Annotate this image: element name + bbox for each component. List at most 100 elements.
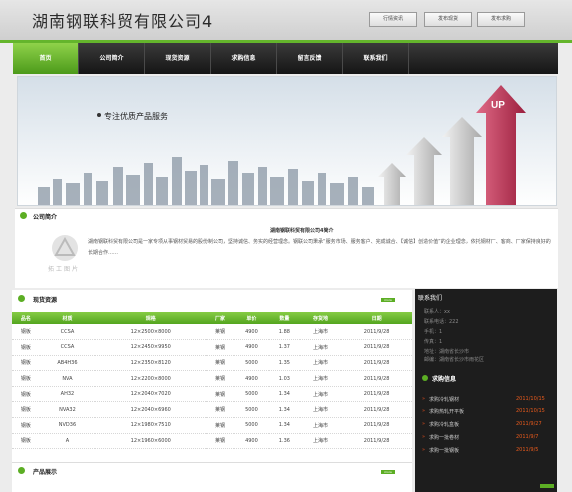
table-cell: 2011/9/28 — [341, 417, 412, 434]
table-row[interactable]: 钢板 CCSA 12×2500×8000 莱钢 4900 1.88 上海市 2011/9/28 — [12, 324, 412, 341]
table-cell: 莱钢 — [206, 355, 234, 372]
section-bullet-icon — [18, 467, 25, 474]
table-cell: 5000 — [233, 417, 269, 434]
table-cell: 钢板 — [12, 433, 40, 450]
table-cell: 钢板 — [12, 339, 40, 356]
purchase-item-link[interactable]: 求购一批卷材 — [429, 434, 459, 441]
arrow-icon: » — [422, 421, 426, 427]
purchase-title: 求购信息 — [432, 376, 457, 383]
table-cell: CCSA — [39, 339, 96, 356]
table-row[interactable]: 钢板 AH32 12×2040×7020 莱钢 5000 1.34 上海市 2011/9/28 — [12, 386, 412, 403]
table-cell: AB4H36 — [39, 355, 96, 372]
table-cell: AH32 — [39, 386, 96, 403]
table-cell: 5000 — [233, 401, 269, 419]
table-cell: 12×2040×7020 — [95, 386, 207, 403]
post-purchase-button[interactable]: 发布求购 — [477, 12, 525, 27]
table-cell: CCSA — [39, 324, 96, 341]
table-cell: 莱钢 — [206, 324, 234, 341]
col-header: 存货地 — [299, 312, 342, 324]
table-cell: 1.34 — [269, 401, 300, 419]
table-row[interactable]: 钢板 NVA 12×2200×8000 莱钢 4900 1.03 上海市 2011/9/28 — [12, 370, 412, 387]
section-bullet-icon — [422, 375, 428, 381]
nav-company-intro[interactable]: 公司简介 — [79, 43, 145, 74]
col-header: 日期 — [341, 312, 412, 324]
table-cell: 2011/9/28 — [341, 386, 412, 403]
table-cell: 上海市 — [299, 401, 342, 419]
purchase-item-date: 2011/9/7 — [516, 434, 539, 440]
purchase-item-date: 2011/9/27 — [516, 421, 542, 427]
site-title: 湖南钢联科贸有限公司4 — [32, 12, 214, 31]
nav-stock[interactable]: 现货资源 — [145, 43, 211, 74]
table-cell: 2011/9/28 — [341, 339, 412, 356]
table-cell: 钢板 — [12, 324, 40, 341]
stock-more-button[interactable]: more — [381, 298, 395, 302]
arrow-icon: » — [422, 408, 426, 414]
table-cell: 上海市 — [299, 355, 342, 372]
table-cell: 钢板 — [12, 417, 40, 434]
table-cell: 上海市 — [299, 417, 342, 434]
table-header-row: 品名 材质 规格 厂家 单价 数量 存货地 日期 — [12, 312, 412, 324]
table-cell: NVA32 — [39, 401, 96, 419]
nav-feedback[interactable]: 留言反馈 — [277, 43, 343, 74]
col-header: 材质 — [39, 312, 96, 324]
intro-body-text: 湖南钢联科贸有限公司是一家专项从事钢材贸易的股份制公司，坚持诚信、务实的经营理念… — [88, 239, 551, 256]
table-cell: A — [39, 433, 96, 450]
table-cell: 12×1980×7510 — [95, 417, 207, 434]
table-cell: 1.88 — [269, 324, 300, 341]
arrow-icon: » — [422, 396, 426, 402]
banner-slogan: 专注优质产品服务 — [104, 112, 168, 121]
arrow-icon: » — [422, 447, 426, 453]
nav-contact[interactable]: 联系我们 — [343, 43, 409, 74]
table-cell: 莱钢 — [206, 417, 234, 434]
table-row[interactable]: 钢板 AB4H36 12×2350×8120 莱钢 5000 1.35 上海市 2011/9/… — [12, 355, 412, 372]
table-cell: 莱钢 — [206, 370, 234, 387]
table-cell: 1.34 — [269, 417, 300, 434]
bullet-icon — [97, 113, 101, 117]
market-news-button[interactable]: 行情资讯 — [369, 12, 417, 27]
col-header: 单价 — [233, 312, 269, 324]
purchase-item-link[interactable]: 求购热轧开平板 — [429, 408, 464, 415]
purchase-item-link[interactable]: 求购一批钢板 — [429, 447, 459, 454]
table-cell: 12×1960×6000 — [95, 433, 207, 450]
nav-home[interactable]: 首页 — [13, 43, 79, 74]
post-stock-button[interactable]: 发布现货 — [424, 12, 472, 27]
table-cell: 4900 — [233, 339, 269, 356]
table-cell: 上海市 — [299, 339, 342, 356]
table-cell: 1.34 — [269, 386, 300, 403]
table-row[interactable]: 钢板 A 12×1960×6000 莱钢 4900 1.36 上海市 2011/9/28 — [12, 433, 412, 450]
main-nav: 首页 公司简介 现货资源 求购信息 留言反馈 联系我们 — [13, 43, 558, 74]
table-cell: 12×2200×8000 — [95, 370, 207, 387]
products-section-title: 产品展示 — [33, 469, 58, 476]
intro-section-title: 公司简介 — [33, 214, 58, 221]
purchase-item-link[interactable]: 求购冷轧钢材 — [429, 396, 459, 403]
nav-purchase[interactable]: 求购信息 — [211, 43, 277, 74]
contact-line: 联系电话：222 — [424, 319, 459, 325]
products-panel — [12, 462, 412, 492]
table-cell: 莱钢 — [206, 433, 234, 450]
table-cell: 12×2350×8120 — [95, 355, 207, 372]
table-cell: 钢板 — [12, 401, 40, 419]
table-cell: 2011/9/28 — [341, 370, 412, 387]
products-more-button[interactable]: more — [381, 470, 395, 474]
purchase-more-button[interactable] — [540, 484, 554, 488]
table-row[interactable]: 钢板 NVD36 12×1980×7510 莱钢 5000 1.34 上海市 2011/9/2… — [12, 417, 412, 434]
banner-illustration: UP — [18, 77, 556, 205]
purchase-item-date: 2011/9/5 — [516, 447, 539, 453]
table-cell: 4900 — [233, 433, 269, 450]
col-header: 厂家 — [206, 312, 234, 324]
table-cell: 莱钢 — [206, 401, 234, 419]
table-cell: 上海市 — [299, 324, 342, 341]
intro-company-name: 湖南钢联科贸有限公司4简介 — [270, 228, 334, 234]
stock-section-title: 现货资源 — [33, 297, 58, 304]
purchase-item-link[interactable]: 求购冷轧盒板 — [429, 421, 459, 428]
table-row[interactable]: 钢板 NVA32 12×2040×6960 莱钢 5000 1.34 上海市 2011/9/2… — [12, 401, 412, 419]
table-row[interactable]: 钢板 CCSA 12×2450×9950 莱钢 4900 1.37 上海市 2011/9/28 — [12, 339, 412, 356]
table-cell: 上海市 — [299, 370, 342, 387]
table-cell: 2011/9/28 — [341, 324, 412, 341]
table-cell: 12×2500×8000 — [95, 324, 207, 341]
company-logo-icon — [52, 235, 78, 261]
section-bullet-icon — [20, 212, 27, 219]
table-cell: 12×2450×9950 — [95, 339, 207, 356]
purchase-item-date: 2011/10/15 — [516, 396, 545, 402]
purchase-item-date: 2011/10/15 — [516, 408, 545, 414]
